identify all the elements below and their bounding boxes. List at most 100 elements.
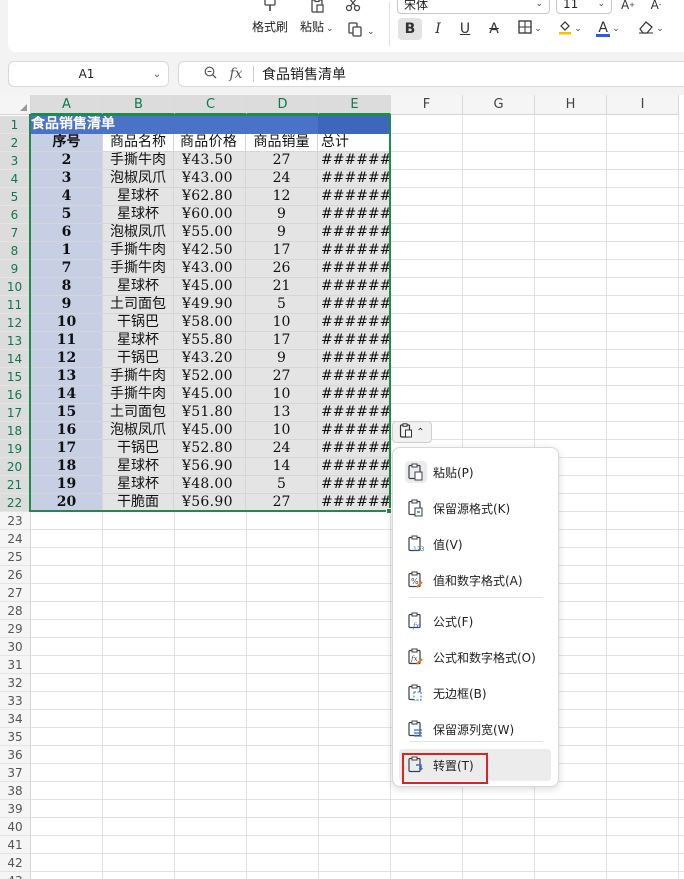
row-header-22[interactable]: 22 xyxy=(0,494,31,512)
price-cell[interactable]: ¥56.90 xyxy=(174,494,246,512)
table-row[interactable]: 8星球杯¥45.0021######## xyxy=(31,278,390,296)
index-cell[interactable]: 12 xyxy=(31,350,103,368)
row-header-39[interactable]: 39 xyxy=(0,800,31,818)
price-cell[interactable]: ¥49.90 xyxy=(174,296,246,314)
table-row[interactable]: 1手撕牛肉¥42.5017######## xyxy=(31,242,390,260)
price-cell[interactable]: ¥45.00 xyxy=(174,278,246,296)
name-cell[interactable]: 手撕牛肉 xyxy=(103,152,174,170)
header-sales[interactable]: 商品销量 xyxy=(246,134,318,152)
sales-cell[interactable]: 10 xyxy=(246,386,318,404)
total-cell[interactable]: ######## xyxy=(318,278,390,296)
row-header-38[interactable]: 38 xyxy=(0,782,31,800)
sales-cell[interactable]: 27 xyxy=(246,368,318,386)
total-cell[interactable]: ######## xyxy=(318,242,390,260)
total-cell[interactable]: ######## xyxy=(318,260,390,278)
table-row[interactable]: 6泡椒凤爪¥55.009######## xyxy=(31,224,390,242)
table-row[interactable]: 10干锅巴¥58.0010######## xyxy=(31,314,390,332)
sales-cell[interactable]: 5 xyxy=(246,296,318,314)
row-header-5[interactable]: 5 xyxy=(0,188,31,206)
row-header-27[interactable]: 27 xyxy=(0,584,31,602)
font-color-button[interactable]: A ⌄ xyxy=(593,18,623,40)
copy-format-button[interactable]: ⌄ xyxy=(345,20,375,38)
row-header-13[interactable]: 13 xyxy=(0,332,31,350)
header-row[interactable]: 序号 商品名称 商品价格 商品销量 总计 xyxy=(31,134,390,152)
paste-menu-item-values-number-format[interactable]: % 值和数字格式(A) xyxy=(399,564,551,596)
column-header-e[interactable]: E xyxy=(319,95,391,115)
select-all-corner[interactable] xyxy=(0,95,31,115)
total-cell[interactable]: ######## xyxy=(318,404,390,422)
bold-icon[interactable]: B xyxy=(398,18,422,40)
row-header-33[interactable]: 33 xyxy=(0,692,31,710)
underline-icon[interactable]: U xyxy=(455,18,475,40)
name-cell[interactable]: 土司面包 xyxy=(103,296,174,314)
header-name[interactable]: 商品名称 xyxy=(103,134,174,152)
row-header-37[interactable]: 37 xyxy=(0,764,31,782)
row-header-17[interactable]: 17 xyxy=(0,404,31,422)
price-cell[interactable]: ¥58.00 xyxy=(174,314,246,332)
name-cell[interactable]: 手撕牛肉 xyxy=(103,260,174,278)
chevron-down-icon[interactable]: ⌄ xyxy=(146,69,168,80)
table-row[interactable]: 5星球杯¥60.009######## xyxy=(31,206,390,224)
sales-cell[interactable]: 17 xyxy=(246,332,318,350)
column-header-d[interactable]: D xyxy=(247,95,319,115)
name-cell[interactable]: 泡椒凤爪 xyxy=(103,170,174,188)
row-header-4[interactable]: 4 xyxy=(0,170,31,188)
column-header-f[interactable]: F xyxy=(391,95,463,115)
total-cell[interactable]: ######## xyxy=(318,440,390,458)
fill-color-button[interactable]: ⌄ xyxy=(555,18,585,40)
row-header-29[interactable]: 29 xyxy=(0,620,31,638)
row-header-26[interactable]: 26 xyxy=(0,566,31,584)
font-name-select[interactable]: 宋体 ⌄ xyxy=(397,0,550,14)
name-cell[interactable]: 手撕牛肉 xyxy=(103,242,174,260)
name-cell[interactable]: 干锅巴 xyxy=(103,314,174,332)
name-cell[interactable]: 星球杯 xyxy=(103,278,174,296)
name-cell[interactable]: 星球杯 xyxy=(103,476,174,494)
price-cell[interactable]: ¥62.80 xyxy=(174,188,246,206)
price-cell[interactable]: ¥43.50 xyxy=(174,152,246,170)
price-cell[interactable]: ¥43.00 xyxy=(174,170,246,188)
row-header-16[interactable]: 16 xyxy=(0,386,31,404)
table-row[interactable]: 16泡椒凤爪¥45.0010######## xyxy=(31,422,390,440)
decrease-font-icon[interactable]: A- xyxy=(648,0,664,16)
border-button[interactable]: ⌄ xyxy=(512,18,548,40)
table-row[interactable]: 19星球杯¥48.005######## xyxy=(31,476,390,494)
total-cell[interactable]: ######## xyxy=(318,314,390,332)
format-painter-button[interactable]: 格式刷 xyxy=(252,0,288,35)
total-cell[interactable]: ######## xyxy=(318,368,390,386)
row-header-40[interactable]: 40 xyxy=(0,818,31,836)
price-cell[interactable]: ¥45.00 xyxy=(174,422,246,440)
sales-cell[interactable]: 21 xyxy=(246,278,318,296)
table-row[interactable]: 11星球杯¥55.8017######## xyxy=(31,332,390,350)
total-cell[interactable]: ######## xyxy=(318,494,390,512)
name-cell[interactable]: 干锅巴 xyxy=(103,350,174,368)
sales-cell[interactable]: 17 xyxy=(246,242,318,260)
index-cell[interactable]: 13 xyxy=(31,368,103,386)
row-header-10[interactable]: 10 xyxy=(0,278,31,296)
index-cell[interactable]: 1 xyxy=(31,242,103,260)
table-row[interactable]: 13手撕牛肉¥52.0027######## xyxy=(31,368,390,386)
row-header-19[interactable]: 19 xyxy=(0,440,31,458)
index-cell[interactable]: 10 xyxy=(31,314,103,332)
name-cell[interactable]: 星球杯 xyxy=(103,188,174,206)
row-header-9[interactable]: 9 xyxy=(0,260,31,278)
header-price[interactable]: 商品价格 xyxy=(174,134,246,152)
name-cell[interactable]: 土司面包 xyxy=(103,404,174,422)
total-cell[interactable]: ######## xyxy=(318,476,390,494)
name-cell[interactable]: 星球杯 xyxy=(103,332,174,350)
sales-cell[interactable]: 9 xyxy=(246,206,318,224)
sales-cell[interactable]: 9 xyxy=(246,350,318,368)
paste-menu-item-keep-source-format[interactable]: 保留源格式(K) xyxy=(399,492,551,524)
column-header-c[interactable]: C xyxy=(175,95,247,115)
index-cell[interactable]: 17 xyxy=(31,440,103,458)
price-cell[interactable]: ¥43.20 xyxy=(174,350,246,368)
table-row[interactable]: 3泡椒凤爪¥43.0024######## xyxy=(31,170,390,188)
sales-cell[interactable]: 10 xyxy=(246,314,318,332)
name-cell[interactable]: 星球杯 xyxy=(103,206,174,224)
row-header-25[interactable]: 25 xyxy=(0,548,31,566)
row-header-18[interactable]: 18 xyxy=(0,422,31,440)
name-cell[interactable]: 泡椒凤爪 xyxy=(103,224,174,242)
table-row[interactable]: 18星球杯¥56.9014######## xyxy=(31,458,390,476)
paste-menu-item-paste[interactable]: 粘贴(P) xyxy=(399,456,551,488)
font-size-select[interactable]: 11 ⌄ xyxy=(556,0,612,14)
sales-cell[interactable]: 24 xyxy=(246,440,318,458)
